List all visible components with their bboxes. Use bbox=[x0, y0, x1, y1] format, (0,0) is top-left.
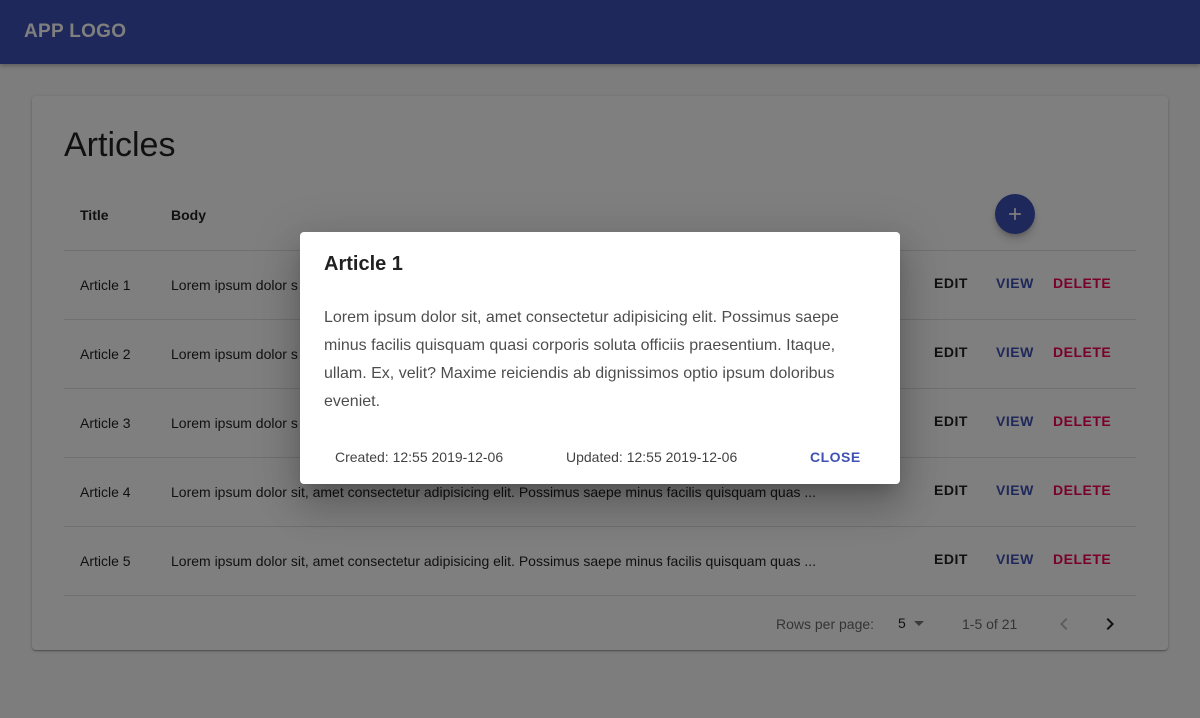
article-dialog: Article 1 Lorem ipsum dolor sit, amet co… bbox=[300, 232, 900, 484]
updated-timestamp: Updated: 12:55 2019-12-06 bbox=[566, 449, 738, 465]
close-button[interactable]: CLOSE bbox=[810, 449, 861, 465]
dialog-body: Lorem ipsum dolor sit, amet consectetur … bbox=[324, 309, 839, 410]
created-timestamp: Created: 12:55 2019-12-06 bbox=[335, 449, 504, 465]
dialog-title: Article 1 bbox=[324, 253, 403, 275]
